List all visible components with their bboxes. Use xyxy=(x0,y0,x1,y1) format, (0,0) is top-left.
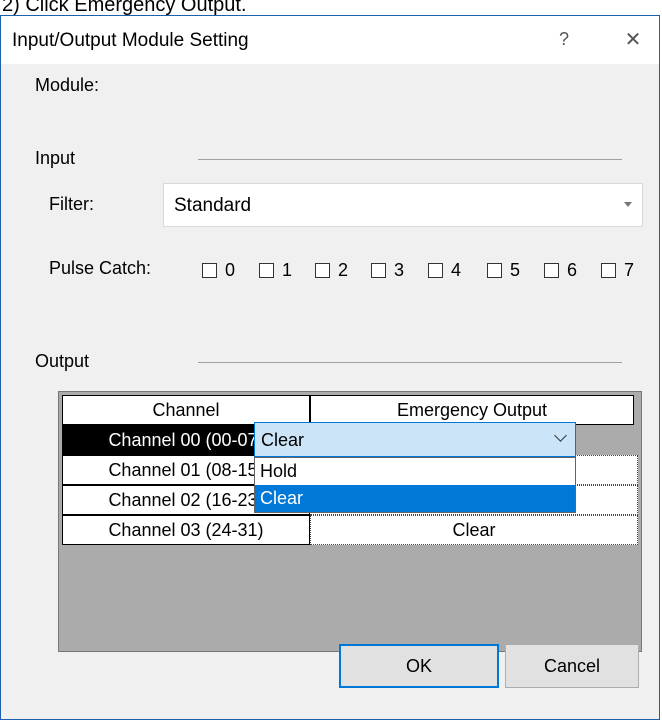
checkbox-box[interactable] xyxy=(487,263,502,278)
channel-cell-03[interactable]: Channel 03 (24-31) xyxy=(62,515,310,545)
checkbox-box[interactable] xyxy=(371,263,386,278)
emergency-output-options-list: Hold Clear xyxy=(254,457,576,513)
chevron-down-icon[interactable] xyxy=(554,429,567,442)
option-hold[interactable]: Hold xyxy=(255,458,575,485)
pulse-catch-checkbox-1[interactable]: 1 xyxy=(259,260,292,281)
module-label: Module: xyxy=(35,75,100,95)
close-icon[interactable]: ✕ xyxy=(615,24,651,54)
output-section-label: Output xyxy=(35,351,90,371)
pulse-catch-checkbox-2[interactable]: 2 xyxy=(315,260,348,281)
cancel-button[interactable]: Cancel xyxy=(505,644,639,688)
ok-button[interactable]: OK xyxy=(339,644,499,688)
dialog-title: Input/Output Module Setting xyxy=(12,30,249,51)
input-section-divider xyxy=(198,159,622,160)
checkbox-box[interactable] xyxy=(315,263,330,278)
checkbox-box[interactable] xyxy=(428,263,443,278)
filter-select-value: Standard xyxy=(174,195,252,216)
filter-select[interactable]: Standard xyxy=(163,183,643,227)
pulse-catch-checkbox-7[interactable]: 7 xyxy=(601,260,634,281)
io-module-setting-dialog: Input/Output Module Setting ? ✕ Module: … xyxy=(0,15,660,720)
checkbox-box[interactable] xyxy=(259,263,274,278)
option-clear[interactable]: Clear xyxy=(255,485,575,512)
column-header-channel[interactable]: Channel xyxy=(62,395,310,425)
output-section-divider xyxy=(198,362,622,363)
pulse-catch-checkbox-4[interactable]: 4 xyxy=(428,260,461,281)
checkbox-box[interactable] xyxy=(544,263,559,278)
pulse-catch-checkbox-6[interactable]: 6 xyxy=(544,260,577,281)
help-icon[interactable]: ? xyxy=(546,24,582,54)
title-bar[interactable]: Input/Output Module Setting ? ✕ xyxy=(1,16,659,64)
emergency-output-dropdown[interactable]: Clear xyxy=(254,422,576,457)
emergency-output-cell-03[interactable]: Clear xyxy=(310,515,638,545)
filter-label: Filter: xyxy=(49,194,94,214)
emergency-output-dropdown-value: Clear xyxy=(261,430,305,450)
chevron-down-icon xyxy=(624,202,632,207)
input-section-label: Input xyxy=(35,148,76,168)
pulse-catch-checkbox-0[interactable]: 0 xyxy=(202,260,235,281)
pulse-catch-checkbox-5[interactable]: 5 xyxy=(487,260,520,281)
column-header-emergency-output[interactable]: Emergency Output xyxy=(310,395,634,425)
checkbox-box[interactable] xyxy=(601,263,616,278)
pulse-catch-label: Pulse Catch: xyxy=(49,258,152,278)
pulse-catch-checkbox-3[interactable]: 3 xyxy=(371,260,404,281)
checkbox-box[interactable] xyxy=(202,263,217,278)
